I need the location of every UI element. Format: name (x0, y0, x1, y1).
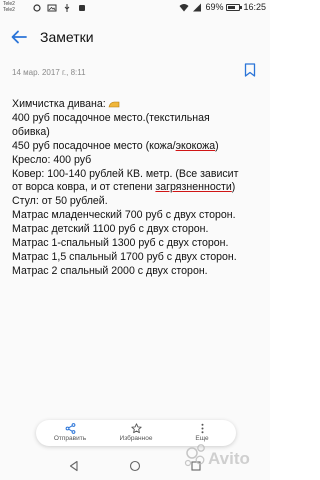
app-bar: Заметки (0, 18, 270, 56)
note-line: Матрас 2 спальный 2000 с двух сторон. (12, 264, 208, 277)
app-icon (79, 5, 85, 11)
share-button[interactable]: Отправить (40, 423, 100, 442)
notification-dot-icon (33, 4, 41, 12)
back-arrow-icon[interactable] (9, 27, 29, 47)
note-line-text: 450 руб посадочное место (кожа/ (12, 139, 176, 152)
battery-icon (226, 3, 243, 11)
note-line-text: ) (215, 139, 219, 152)
note-line: Ковер: 100-140 рублей КВ. метр. (Все зав… (12, 167, 239, 180)
note-line: от ворса ковра, и от степени загрязненно… (12, 181, 264, 195)
note-line: Стул: от 50 рублей. (12, 195, 108, 208)
signal-icon (193, 3, 202, 11)
battery-percent: 69% (205, 2, 224, 12)
note-body[interactable]: Химчистка дивана: 400 руб посадочное мес… (12, 98, 264, 279)
nav-home-icon[interactable] (129, 460, 141, 472)
note-line: Матрас детский 1100 руб с двух сторон. (12, 223, 209, 236)
note-line: 450 руб посадочное место (кожа/экокожа) (12, 140, 264, 154)
nav-back-icon[interactable] (68, 460, 80, 472)
share-icon (65, 423, 75, 434)
star-icon (130, 423, 142, 434)
clock: 16:25 (243, 2, 266, 12)
bookmark-icon[interactable] (244, 63, 256, 77)
page-title: Заметки (40, 29, 94, 45)
carrier-labels: Tele2 Tele2 (3, 1, 15, 13)
note-line: обивка) (12, 125, 50, 138)
iron-emoji-icon (108, 101, 120, 108)
status-right: 69% 16:25 (179, 2, 266, 12)
note-line: Кресло: 400 руб (12, 153, 92, 166)
note-line: Матрас 1,5 спальный 1700 руб с двух стор… (12, 250, 237, 263)
usb-icon (64, 4, 70, 12)
note-line: Матрас 1-спальный 1300 руб с двух сторон… (12, 237, 229, 250)
note-date: 14 мар. 2017 г., 8:11 (12, 68, 86, 77)
spellcheck-underlined-word: экокожа (175, 139, 216, 152)
note-line-text: ) (231, 181, 236, 194)
avito-watermark: Avito (184, 444, 250, 468)
watermark-text: Avito (208, 449, 250, 468)
note-line: Матрас младенческий 700 руб с двух сторо… (12, 209, 236, 222)
share-label: Отправить (53, 435, 87, 442)
spellcheck-underlined-word: загрязненности (155, 181, 232, 194)
status-icons (32, 3, 87, 13)
favorite-button[interactable]: Избранное (106, 423, 166, 442)
note-line: 400 руб посадочное место.(текстильная (12, 111, 210, 124)
note-line: Химчистка дивана: (12, 98, 264, 112)
more-dots-icon (201, 423, 203, 434)
notes-screen: Tele2 Tele2 69% 16:25 Заметки 14 мар. 20… (0, 0, 270, 480)
note-line-text: от ворса ковра, и от степени (12, 181, 156, 194)
status-bar: Tele2 Tele2 69% 16:25 (0, 0, 270, 18)
carrier-2: Tele2 (3, 7, 15, 13)
note-line-text: Химчистка дивана: (12, 98, 106, 110)
wifi-icon (179, 3, 189, 11)
gallery-icon (47, 4, 57, 12)
battery-fill (228, 5, 236, 9)
favorite-label: Избранное (119, 435, 153, 442)
